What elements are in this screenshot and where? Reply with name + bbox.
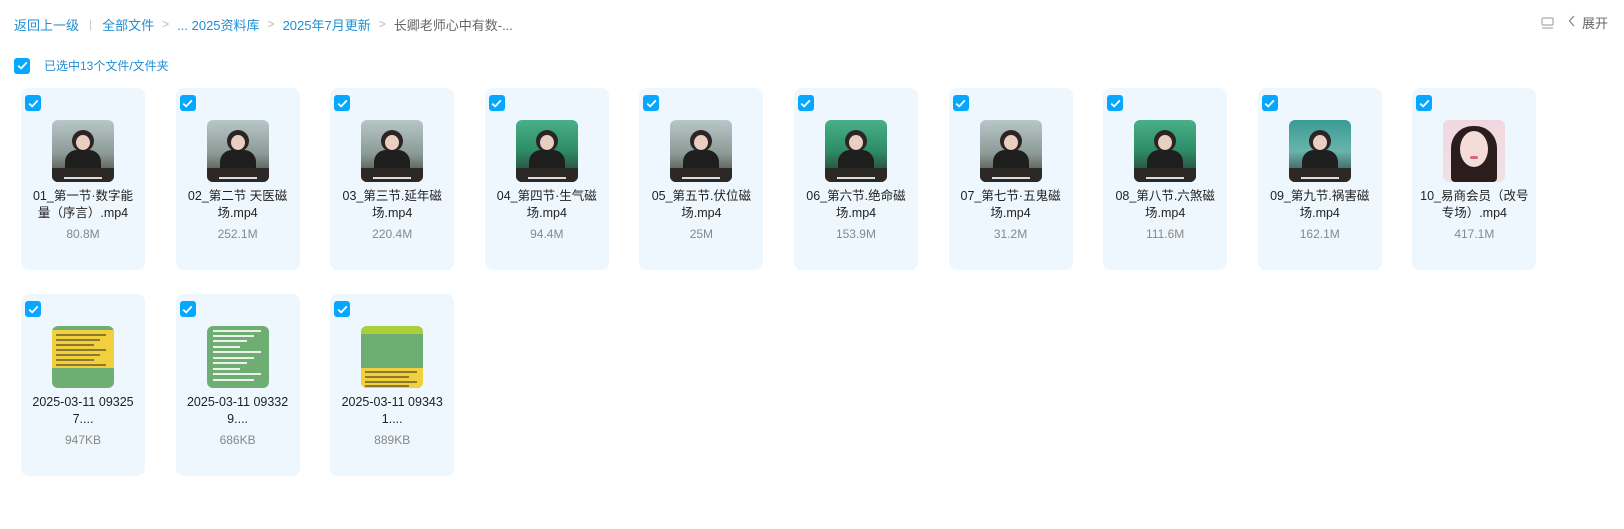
- file-size: 947KB: [64, 433, 102, 447]
- file-checkbox[interactable]: [488, 95, 505, 111]
- file-checkbox[interactable]: [179, 301, 196, 317]
- file-size: 417.1M: [1454, 227, 1495, 241]
- breadcrumb-divider: |: [89, 17, 93, 31]
- file-card[interactable]: 03_第三节.延年磁场.mp4 220.4M: [330, 88, 455, 270]
- check-icon: [491, 99, 502, 108]
- expand-label: 展开: [1581, 16, 1608, 31]
- file-checkbox[interactable]: [952, 95, 969, 111]
- select-all-row: 已选中13个文件/文件夹: [14, 57, 169, 74]
- video-thumbnail: [670, 120, 733, 182]
- check-icon: [1264, 99, 1275, 108]
- file-name[interactable]: 08_第八节.六煞磁场.mp4: [1109, 188, 1221, 222]
- file-size: 220.4M: [372, 227, 413, 241]
- file-name[interactable]: 2025-03-11 093329....: [182, 394, 294, 428]
- file-name[interactable]: 06_第六节.绝命磁场.mp4: [800, 188, 912, 222]
- check-icon: [1419, 99, 1430, 108]
- video-thumbnail: [979, 120, 1042, 182]
- file-size: 31.2M: [993, 227, 1028, 241]
- file-size: 80.8M: [66, 227, 100, 241]
- check-icon: [955, 99, 966, 108]
- file-name[interactable]: 2025-03-11 093257....: [27, 394, 139, 428]
- file-card[interactable]: 04_第四节·生气磁场.mp4 94.4M: [484, 88, 609, 270]
- video-thumbnail: [1443, 120, 1506, 182]
- file-card[interactable]: 2025-03-11 093257.... 947KB: [21, 294, 145, 476]
- check-icon: [337, 99, 348, 108]
- back-link[interactable]: 返回上一级: [14, 15, 79, 34]
- file-size: 153.9M: [835, 227, 876, 241]
- file-checkbox[interactable]: [1416, 95, 1433, 111]
- check-icon: [646, 99, 657, 108]
- file-name[interactable]: 03_第三节.延年磁场.mp4: [336, 188, 448, 222]
- expand-button[interactable]: 展开: [1568, 13, 1608, 32]
- chevron-left-icon: [1568, 15, 1576, 30]
- file-size: 162.1M: [1299, 227, 1340, 241]
- file-checkbox[interactable]: [797, 95, 814, 111]
- file-grid: 01_第一节·数字能量（序言）.mp4 80.8M 02_第二节 天医磁场.mp4 2…: [21, 88, 1541, 476]
- file-checkbox[interactable]: [334, 95, 351, 111]
- file-card[interactable]: 10_易商会员（改号专场）.mp4 417.1M: [1412, 88, 1537, 270]
- video-thumbnail: [1288, 120, 1351, 182]
- file-size: 111.6M: [1146, 227, 1185, 241]
- file-checkbox[interactable]: [179, 95, 196, 111]
- check-icon: [17, 61, 27, 70]
- list-view-icon[interactable]: [1540, 15, 1556, 31]
- image-thumbnail: [206, 326, 269, 388]
- file-name[interactable]: 04_第四节·生气磁场.mp4: [491, 188, 603, 222]
- file-checkbox[interactable]: [1107, 95, 1124, 111]
- breadcrumb-level2[interactable]: 2025年7月更新: [283, 15, 371, 34]
- selection-count: 已选中13个文件/文件夹: [44, 59, 169, 73]
- check-icon: [1110, 99, 1121, 108]
- breadcrumb-all-files[interactable]: 全部文件: [102, 15, 154, 34]
- file-name[interactable]: 01_第一节·数字能量（序言）.mp4: [27, 188, 139, 222]
- breadcrumb-separator: >: [267, 17, 275, 31]
- file-card[interactable]: 02_第二节 天医磁场.mp4 252.1M: [175, 88, 300, 270]
- image-thumbnail: [361, 326, 424, 388]
- file-size: 94.4M: [530, 227, 564, 241]
- file-card[interactable]: 2025-03-11 093329.... 686KB: [175, 294, 300, 476]
- video-thumbnail: [824, 120, 887, 182]
- check-icon: [182, 99, 193, 108]
- file-name[interactable]: 2025-03-11 093431....: [336, 394, 448, 428]
- breadcrumb-level1[interactable]: ... 2025资料库: [177, 15, 259, 34]
- breadcrumb-separator: >: [378, 17, 386, 31]
- file-name[interactable]: 07_第七节·五鬼磁场.mp4: [955, 188, 1067, 222]
- video-thumbnail: [515, 120, 578, 182]
- file-name[interactable]: 05_第五节.伏位磁场.mp4: [645, 188, 757, 222]
- top-right-toolbar: 展开: [1540, 13, 1608, 32]
- file-name[interactable]: 02_第二节 天医磁场.mp4: [182, 188, 294, 222]
- file-name[interactable]: 09_第九节.祸害磁场.mp4: [1264, 188, 1376, 222]
- file-checkbox[interactable]: [25, 301, 41, 317]
- file-name[interactable]: 10_易商会员（改号专场）.mp4: [1418, 188, 1530, 222]
- file-card[interactable]: 01_第一节·数字能量（序言）.mp4 80.8M: [21, 88, 145, 270]
- image-thumbnail: [52, 326, 114, 388]
- check-icon: [28, 305, 38, 314]
- video-thumbnail: [52, 120, 114, 182]
- file-size: 686KB: [219, 433, 256, 447]
- video-thumbnail: [206, 120, 269, 182]
- file-card[interactable]: 07_第七节·五鬼磁场.mp4 31.2M: [948, 88, 1073, 270]
- file-checkbox[interactable]: [25, 95, 41, 111]
- file-size: 889KB: [374, 433, 411, 447]
- file-checkbox[interactable]: [643, 95, 660, 111]
- file-card[interactable]: 06_第六节.绝命磁场.mp4 153.9M: [793, 88, 918, 270]
- file-card[interactable]: 05_第五节.伏位磁场.mp4 25M: [639, 88, 764, 270]
- file-checkbox[interactable]: [334, 301, 351, 317]
- check-icon: [28, 99, 38, 108]
- file-size: 252.1M: [217, 227, 258, 241]
- file-card[interactable]: 09_第九节.祸害磁场.mp4 162.1M: [1257, 88, 1382, 270]
- breadcrumb-separator: >: [162, 17, 170, 31]
- select-all-checkbox[interactable]: [14, 57, 30, 74]
- file-checkbox[interactable]: [1261, 95, 1278, 111]
- check-icon: [182, 305, 193, 314]
- check-icon: [337, 305, 348, 314]
- video-thumbnail: [361, 120, 424, 182]
- breadcrumb-current: 长卿老师心中有数-...: [393, 17, 513, 33]
- file-card[interactable]: 2025-03-11 093431.... 889KB: [330, 294, 455, 476]
- file-size: 25M: [689, 227, 714, 241]
- file-card[interactable]: 08_第八节.六煞磁场.mp4 111.6M: [1103, 88, 1228, 270]
- check-icon: [801, 99, 811, 108]
- breadcrumb: 返回上一级 | 全部文件 > ... 2025资料库 > 2025年7月更新 >…: [14, 15, 513, 33]
- video-thumbnail: [1134, 120, 1197, 182]
